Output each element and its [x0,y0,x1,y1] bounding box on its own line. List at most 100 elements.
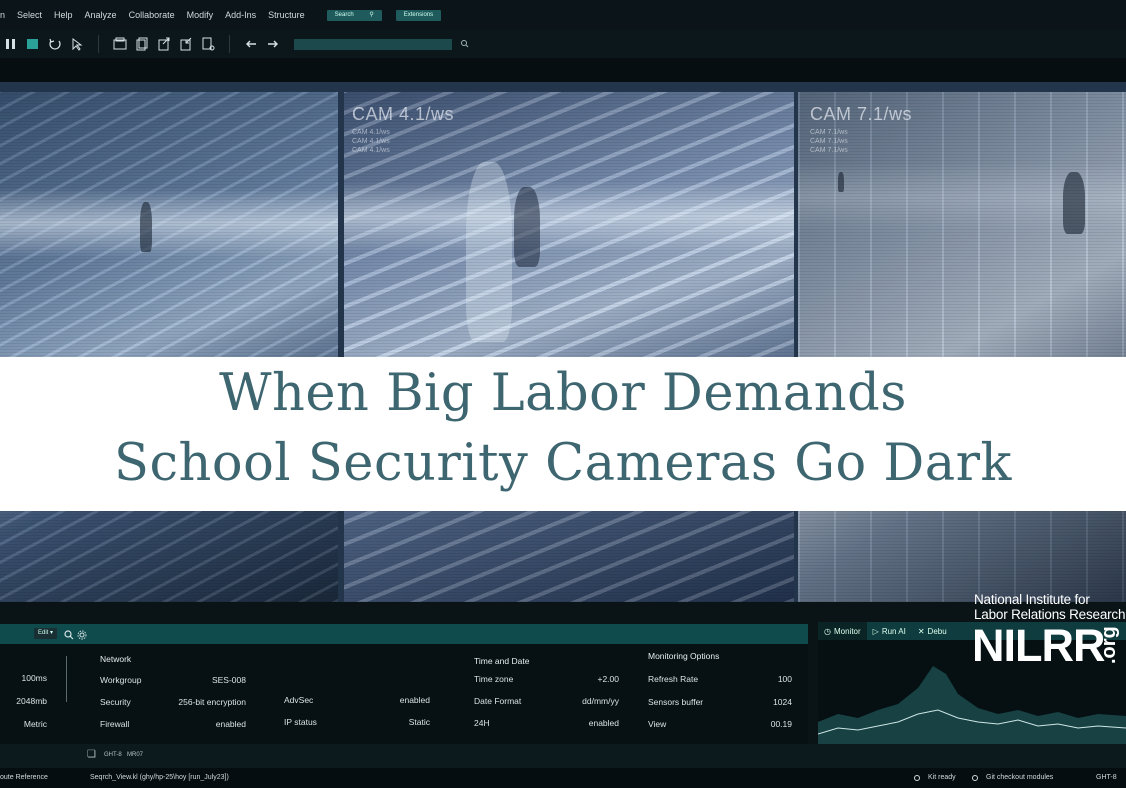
toolbar-search-input[interactable] [294,38,452,50]
prop-label: Date Format [474,696,522,706]
menu-item-add-ins[interactable]: Add-Ins [219,10,262,20]
tab-run-ai[interactable]: ▷ Run AI [867,622,912,640]
tab-debug[interactable]: ✕ Debu [912,622,953,640]
logo-line-1: National Institute for [974,592,1090,607]
tab-monitor[interactable]: ◷ Monitor [818,622,867,640]
properties-tab-bar: Edit ▾ [0,624,808,644]
panel-divider [66,656,67,702]
edit-dropdown[interactable]: Edit ▾ [34,628,58,639]
camera-feed-2[interactable]: CAM 4.1/ws CAM 4.1/ws CAM 4.1/ws CAM 4.1… [344,92,794,602]
pause-icon[interactable] [0,33,22,55]
status-git[interactable]: Git checkout modules [986,774,1053,781]
play-icon: ▷ [872,626,879,636]
import-icon[interactable] [175,33,197,55]
left-value: Metric [23,719,47,729]
status-search-view[interactable]: Seqrch_View.kl (ghy/hp-25\hoy [run_July2… [90,774,229,781]
time-date-title: Time and Date [474,656,530,666]
left-value: 100ms [21,673,47,683]
toolbar [0,30,1126,58]
tab-label: Debu [927,626,947,636]
prop-label: View [648,719,667,729]
camera-feed-1[interactable] [0,92,338,602]
edit-label: Edit [38,630,49,636]
camera-label: CAM 7.1/ws [810,104,913,124]
toolbar-shadow-strip [0,58,1126,82]
document-settings-icon[interactable] [197,33,219,55]
left-value: 2048mb [16,696,47,706]
prop-value: 00.19 [770,719,792,729]
prop-label: Sensors buffer [648,697,704,707]
prop-value: dd/mm/yy [582,696,619,706]
menu-item-collaborate[interactable]: Collaborate [123,10,181,20]
prop-value: +2.00 [597,674,619,684]
nilrr-logo: National Institute for Labor Relations R… [968,592,1126,672]
monitor-icon: ◷ [824,626,831,636]
prop-label: Workgroup [100,675,142,685]
menu-item-select[interactable]: Select [11,10,48,20]
prop-value: 1024 [773,697,792,707]
prop-label: Time zone [474,674,514,684]
camera-label: CAM 4.1/ws [352,104,455,124]
mini-status-bar: ❏ GHT-8 MR07 [0,744,1126,768]
search-icon[interactable] [458,37,472,51]
prop-value: enabled [588,718,619,728]
camera-sublabel: CAM 4.1/ws CAM 4.1/ws CAM 4.1/ws [352,129,390,154]
search-label: Search [334,11,354,18]
status-bar: oute Reference Seqrch_View.kl (ghy/hp-25… [0,768,1126,788]
kit-status-icon [914,775,920,781]
prop-value: enabled [215,719,246,729]
prop-value: SES-008 [211,675,246,685]
prop-value: 100 [777,674,792,684]
monitoring-title: Monitoring Options [648,651,720,661]
camera-grid: CAM 4.1/ws CAM 4.1/ws CAM 4.1/ws CAM 4.1… [0,82,1126,602]
menu-bar: n Select Help Analyze Collaborate Modify… [0,0,1126,30]
tab-label: Run AI [881,626,906,636]
gear-icon[interactable] [76,628,88,640]
headline-banner: When Big Labor Demands School Security C… [0,357,1126,511]
extensions-button[interactable]: Extensions [395,9,442,21]
search-icon[interactable] [63,628,75,640]
logo-suffix: .org [1098,626,1120,664]
tab-label: Monitor [833,626,861,636]
logo-mark: NILRR [972,620,1105,671]
camera-feed-3[interactable]: CAM 7.1/ws CAM 7.1/ws CAM 7.1/ws CAM 7.1… [798,92,1126,602]
close-icon: ✕ [917,626,925,636]
stop-icon[interactable] [22,33,44,55]
window-icon[interactable] [109,33,131,55]
prop-label: 24H [474,718,490,728]
status-kit: Kit ready [928,774,956,781]
arrow-left-icon[interactable] [240,33,262,55]
loop-icon[interactable] [44,33,66,55]
search-icon: ⚲ [369,11,374,18]
menu-item-help[interactable]: Help [48,10,79,20]
git-status-icon [972,775,978,781]
export-icon[interactable] [153,33,175,55]
search-button[interactable]: Search ⚲ [326,9,382,21]
arrow-right-icon[interactable] [262,33,284,55]
prop-value: 256-bit encryption [178,697,246,707]
prop-value: Static [408,717,430,727]
prop-label: AdvSec [284,695,314,705]
prop-label: Security [100,697,131,707]
bottom-panel: Edit ▾ 100ms 2048mb Metric Network Workg… [0,602,1126,788]
menu-item-partial[interactable]: n [0,10,11,20]
status-left[interactable]: oute Reference [0,774,48,781]
prop-label: Refresh Rate [648,674,699,684]
copy-icon[interactable] [131,33,153,55]
prop-value: enabled [399,695,430,705]
mini-label-b: MR07 [127,752,144,758]
cursor-icon[interactable] [66,33,88,55]
layers-icon[interactable]: ❏ [87,749,96,760]
headline-line-2: School Security Cameras Go Dark [114,434,1012,493]
toolbar-separator [229,35,230,53]
menu-item-analyze[interactable]: Analyze [79,10,123,20]
network-title: Network [100,654,132,664]
mini-label-a: GHT-8 [104,752,122,758]
headline-line-1: When Big Labor Demands [219,364,907,423]
menu-item-modify[interactable]: Modify [181,10,220,20]
menu-item-structure[interactable]: Structure [262,10,311,20]
prop-label: IP status [284,717,317,727]
status-right: GHT-8 [1096,774,1117,781]
prop-label: Firewall [100,719,130,729]
toolbar-separator [98,35,99,53]
